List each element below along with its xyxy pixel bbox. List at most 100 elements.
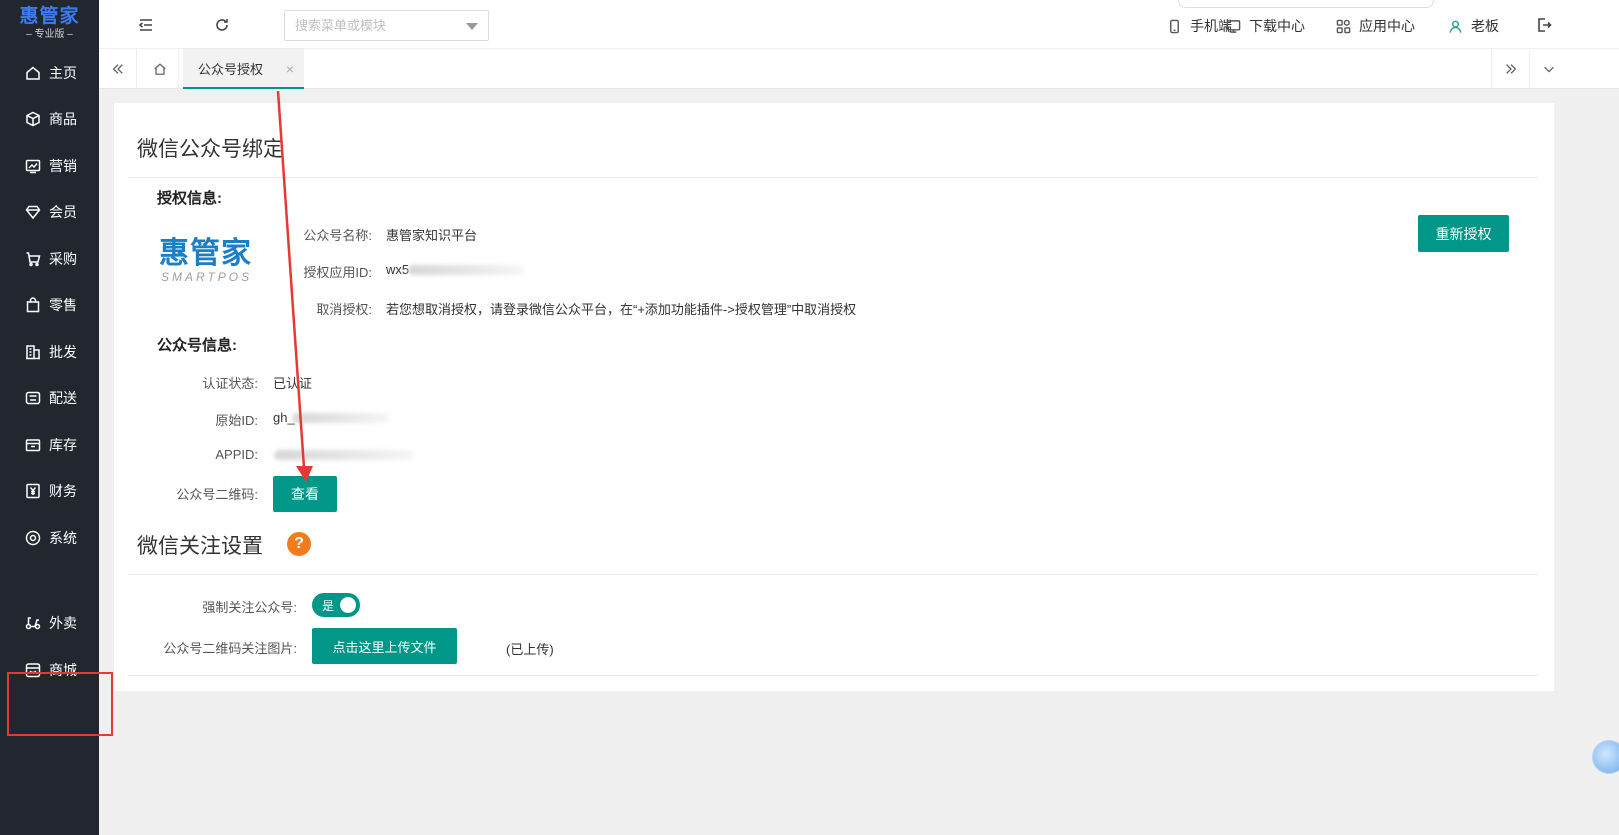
binding-section-title: 微信公众号绑定 — [137, 138, 284, 161]
menu-search-select[interactable] — [284, 10, 489, 41]
cancel-auth-label: 取消授权: — [316, 302, 372, 317]
sidebar-item-label: 采购 — [49, 251, 77, 267]
cancel-auth-text: 若您想取消授权，请登录微信公众平台，在“+添加功能插件->授权管理”中取消授权 — [386, 302, 857, 317]
appid-label: APPID: — [215, 447, 258, 462]
collapse-menu-icon[interactable] — [135, 14, 157, 36]
redacted-appid — [274, 450, 414, 460]
sidebar-item-finance[interactable]: 财务 — [0, 471, 99, 511]
tab-wechat-auth[interactable]: 公众号授权 × — [183, 49, 304, 89]
qrcode-label: 公众号二维码: — [176, 487, 258, 502]
monitor-icon — [1226, 19, 1241, 33]
force-follow-label: 强制关注公众号: — [202, 600, 297, 615]
brand-logo-text: 惠管家 — [159, 237, 252, 270]
redacted-value — [408, 265, 524, 275]
upload-status: (已上传) — [506, 642, 554, 657]
logo-text: 惠管家 — [19, 6, 80, 27]
truck-icon — [24, 390, 41, 407]
sidebar-item-system[interactable]: 系统 — [0, 518, 99, 558]
gear-icon — [24, 530, 41, 547]
redacted-value — [292, 413, 390, 423]
scooter-icon — [24, 615, 41, 632]
divider — [128, 675, 1538, 676]
toggle-text: 是 — [322, 599, 335, 613]
sidebar-item-delivery[interactable]: 配送 — [0, 378, 99, 418]
sidebar-item-retail[interactable]: 零售 — [0, 285, 99, 325]
sidebar-item-wholesale[interactable]: 批发 — [0, 332, 99, 372]
verify-status-value: 已认证 — [273, 376, 313, 391]
box-icon — [24, 111, 41, 128]
toggle-knob — [340, 597, 356, 613]
verify-status-label: 认证状态: — [202, 376, 258, 391]
download-center-link[interactable]: 下载中心 — [1226, 16, 1305, 36]
sidebar-item-label: 商品 — [49, 111, 77, 127]
account-info-title: 公众号信息: — [157, 337, 237, 354]
divider — [128, 574, 1538, 575]
qr-follow-image-label: 公众号二维码关注图片: — [163, 641, 297, 656]
tab-bar: 公众号授权 × — [99, 49, 1619, 89]
user-menu[interactable]: 老板 — [1448, 16, 1499, 36]
sidebar-item-label: 营销 — [49, 158, 77, 174]
apps-grid-icon — [1336, 19, 1351, 33]
auth-app-id-value: wx5 — [386, 262, 410, 277]
sidebar-item-inventory[interactable]: 库存 — [0, 425, 99, 465]
user-name: 老板 — [1471, 18, 1499, 34]
app-center-link[interactable]: 应用中心 — [1336, 16, 1415, 36]
store-icon — [24, 662, 41, 679]
account-name-value: 惠管家知识平台 — [386, 228, 478, 243]
sidebar-item-label: 配送 — [49, 390, 77, 406]
home-tab-icon[interactable] — [141, 49, 179, 89]
app-center-label: 应用中心 — [1359, 18, 1415, 34]
sidebar-item-label: 库存 — [49, 437, 77, 453]
sidebar-item-label: 商城 — [49, 662, 77, 678]
app-logo[interactable]: 惠管家 – 专业版 – — [0, 0, 99, 48]
sidebar-item-label: 零售 — [49, 297, 77, 313]
force-follow-toggle[interactable]: 是 — [312, 593, 360, 617]
tab-label: 公众号授权 — [198, 61, 264, 77]
home-icon — [24, 65, 41, 82]
divider — [128, 177, 1538, 178]
download-center-label: 下载中心 — [1249, 18, 1305, 34]
bag-icon — [24, 297, 41, 314]
auth-app-id-label: 授权应用ID: — [303, 265, 372, 280]
account-name-label: 公众号名称: — [303, 228, 372, 243]
sidebar-item-label: 主页 — [49, 65, 77, 81]
logo-edition: – 专业版 – — [26, 29, 73, 40]
sidebar-item-label: 批发 — [49, 344, 77, 360]
tabs-scroll-right-icon[interactable] — [1491, 49, 1529, 89]
sidebar-item-members[interactable]: 会员 — [0, 192, 99, 232]
sidebar-item-label: 会员 — [49, 204, 77, 220]
follow-section-title: 微信关注设置 — [137, 535, 263, 558]
upload-file-button[interactable]: 点击这里上传文件 — [312, 628, 457, 664]
diamond-icon — [24, 204, 41, 221]
search-input[interactable] — [295, 18, 465, 33]
sidebar-item-mall[interactable]: 商城 — [0, 650, 99, 690]
phone-icon — [1170, 19, 1179, 33]
help-icon[interactable]: ? — [287, 532, 311, 556]
sidebar-item-purchase[interactable]: 采购 — [0, 239, 99, 279]
sidebar-item-marketing[interactable]: 营销 — [0, 146, 99, 186]
refresh-icon[interactable] — [211, 14, 233, 36]
warehouse-icon — [24, 437, 41, 454]
sidebar-item-label: 外卖 — [49, 615, 77, 631]
logout-icon[interactable] — [1533, 14, 1555, 36]
popover-edge — [1178, 0, 1434, 8]
account-avatar-logo: 惠管家 SMARTPOS — [159, 238, 259, 288]
yen-icon — [24, 483, 41, 500]
original-id-label: 原始ID: — [215, 413, 258, 428]
chevron-down-icon[interactable] — [466, 23, 478, 30]
user-icon — [1449, 20, 1462, 33]
close-icon[interactable]: × — [286, 61, 294, 77]
sidebar-item-goods[interactable]: 商品 — [0, 99, 99, 139]
reauthorize-button[interactable]: 重新授权 — [1418, 215, 1509, 252]
tabs-menu-chevron-down-icon[interactable] — [1529, 49, 1567, 89]
mobile-link[interactable]: 手机端 — [1167, 16, 1232, 36]
sidebar-item-takeaway[interactable]: 外卖 — [0, 603, 99, 643]
building-icon — [24, 344, 41, 361]
sidebar-item-label: 系统 — [49, 530, 77, 546]
sidebar-item-home[interactable]: 主页 — [0, 53, 99, 93]
auth-info-title: 授权信息: — [157, 190, 222, 207]
view-qrcode-button[interactable]: 查看 — [273, 476, 337, 512]
assistant-float-icon[interactable] — [1592, 740, 1619, 774]
tabs-scroll-left-icon[interactable] — [99, 49, 137, 89]
content-card: 微信公众号绑定 授权信息: 惠管家 SMARTPOS 公众号名称: 惠管家知识平… — [114, 103, 1554, 691]
